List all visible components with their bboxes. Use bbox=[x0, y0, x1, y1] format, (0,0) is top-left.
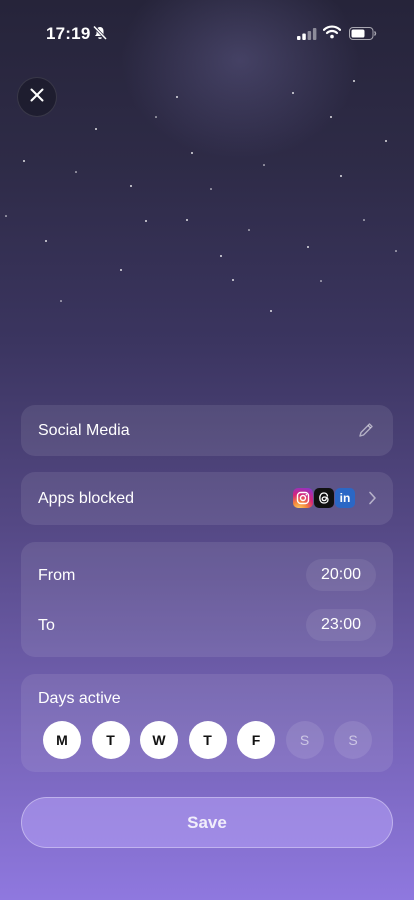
days-active-label: Days active bbox=[38, 690, 121, 707]
close-icon bbox=[29, 87, 45, 108]
blocked-apps-list: in bbox=[293, 488, 355, 508]
star bbox=[292, 92, 294, 94]
star bbox=[186, 219, 188, 221]
star bbox=[340, 175, 342, 177]
star bbox=[270, 310, 272, 312]
apps-blocked-label: Apps blocked bbox=[38, 490, 135, 507]
day-toggle-friday[interactable]: F bbox=[237, 721, 275, 759]
instagram-icon bbox=[293, 488, 313, 508]
star bbox=[120, 269, 122, 271]
star bbox=[60, 300, 62, 302]
bell-muted-icon bbox=[92, 25, 108, 46]
signal-icon bbox=[297, 27, 317, 45]
linkedin-icon: in bbox=[335, 488, 355, 508]
pencil-icon[interactable] bbox=[357, 421, 375, 444]
star bbox=[307, 246, 309, 248]
wifi-icon bbox=[322, 25, 342, 44]
star bbox=[145, 220, 147, 222]
star bbox=[363, 219, 365, 221]
star bbox=[23, 160, 25, 162]
from-time-picker[interactable]: 20:00 bbox=[306, 559, 376, 591]
to-time-picker[interactable]: 23:00 bbox=[306, 609, 376, 641]
day-toggle-thursday[interactable]: T bbox=[188, 721, 227, 759]
close-button[interactable] bbox=[17, 77, 57, 117]
from-label: From bbox=[38, 567, 76, 584]
star bbox=[210, 188, 212, 190]
star bbox=[130, 185, 132, 187]
star bbox=[353, 80, 355, 82]
status-time: 17:19 bbox=[46, 24, 91, 43]
star bbox=[220, 255, 222, 257]
star bbox=[75, 171, 77, 173]
star bbox=[263, 164, 265, 166]
star bbox=[395, 250, 397, 252]
time-range-card: From 20:00 To 23:00 bbox=[21, 542, 393, 657]
star bbox=[320, 280, 322, 282]
day-toggle-tuesday[interactable]: T bbox=[91, 721, 130, 759]
days-active-card: Days active M T W T F S S bbox=[21, 674, 393, 772]
star bbox=[155, 116, 157, 118]
status-bar: 17:19 bbox=[0, 0, 414, 54]
star bbox=[248, 229, 250, 231]
battery-icon bbox=[349, 27, 377, 45]
threads-icon bbox=[314, 488, 334, 508]
day-toggle-saturday[interactable]: S bbox=[285, 721, 324, 759]
save-button[interactable]: Save bbox=[21, 797, 393, 848]
schedule-name-row[interactable]: Social Media bbox=[21, 405, 393, 456]
apps-blocked-row[interactable]: Apps blocked in bbox=[21, 472, 393, 525]
day-toggle-row: M T W T F S S bbox=[43, 721, 372, 759]
day-toggle-wednesday[interactable]: W bbox=[140, 721, 178, 759]
star bbox=[95, 128, 97, 130]
star bbox=[232, 279, 234, 281]
day-toggle-sunday[interactable]: S bbox=[334, 721, 372, 759]
chevron-right-icon bbox=[368, 491, 377, 510]
schedule-name: Social Media bbox=[38, 422, 130, 439]
star bbox=[330, 116, 332, 118]
star bbox=[385, 140, 387, 142]
day-toggle-monday[interactable]: M bbox=[43, 721, 81, 759]
star bbox=[5, 215, 7, 217]
star bbox=[45, 240, 47, 242]
star bbox=[191, 152, 193, 154]
to-label: To bbox=[38, 617, 55, 634]
star bbox=[176, 96, 178, 98]
